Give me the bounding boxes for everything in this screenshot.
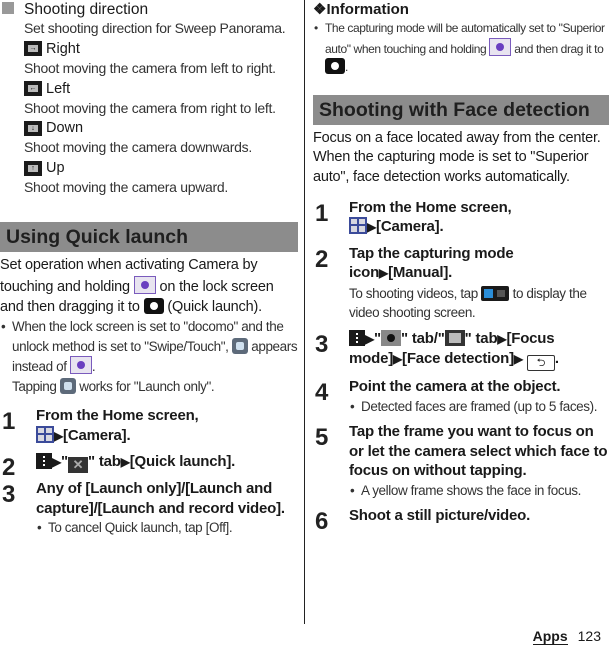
camera-icon	[325, 58, 345, 74]
face-step-1: 1 From the Home screen, ▶[Camera].	[315, 198, 512, 236]
menu-icon	[349, 329, 365, 346]
quick-launch-intro: Set operation when activating Camera by …	[0, 256, 274, 315]
camera-round-icon	[59, 377, 76, 394]
arrow-right-icon: →	[24, 41, 42, 57]
direction-option-down: ↓ Down Shoot moving the camera downwards.	[24, 120, 252, 156]
menu-icon	[36, 453, 52, 470]
direction-option-left: ← Left Shoot moving the camera from right…	[24, 80, 276, 116]
back-icon: ⮌	[526, 355, 555, 372]
arrow-up-icon: ↑	[24, 160, 42, 176]
face-step-5: 5 Tap the frame you want to focus on or …	[313, 422, 609, 500]
camera-round-icon	[231, 337, 248, 354]
arrow-left-icon: ←	[24, 81, 42, 97]
camera-tab-icon	[380, 329, 401, 346]
square-bullet-icon	[2, 2, 14, 14]
information-note: The capturing mode will be automatically…	[313, 20, 609, 77]
camera-icon	[143, 297, 164, 314]
right-column: ❖Information The capturing mode will be …	[313, 0, 609, 536]
section-label: Apps	[532, 628, 568, 645]
face-step-4: 4 Point the camera at the object. Detect…	[313, 377, 609, 416]
information-heading: ❖Information	[313, 1, 409, 18]
page-number: 123	[577, 628, 601, 644]
face-detection-intro: Focus on a face located away from the ce…	[313, 129, 601, 186]
apps-grid-icon	[349, 217, 367, 235]
video-toggle-icon	[481, 285, 510, 301]
left-column: Shooting direction Set shooting directio…	[0, 0, 298, 538]
direction-option-right: → Right Shoot moving the camera from left…	[24, 40, 276, 76]
video-tab-icon	[444, 329, 465, 346]
face-step-6: 6 Shoot a still picture/video.	[315, 507, 531, 536]
face-step-2: 2 Tap the capturing mode icon▶[Manual]. …	[315, 244, 587, 321]
quick-launch-step-3: 3 Any of [Launch only]/[Launch and captu…	[0, 479, 298, 538]
quick-launch-step-2: 2 ▶" ✕ " tab▶[Quick launch].	[2, 453, 236, 482]
apps-grid-icon	[36, 425, 54, 443]
column-divider	[304, 0, 305, 624]
quick-launch-step-1: 1 From the Home screen, ▶[Camera].	[2, 407, 199, 444]
camera-lock-icon	[133, 275, 156, 294]
quick-launch-section-title: Using Quick launch	[0, 221, 298, 252]
shooting-direction-desc: Set shooting direction for Sweep Panoram…	[24, 20, 286, 36]
arrow-down-icon: ↓	[24, 120, 42, 136]
tools-icon: ✕	[67, 457, 88, 474]
shooting-direction-heading: Shooting direction	[0, 0, 298, 19]
face-detection-section-title: Shooting with Face detection	[313, 94, 609, 125]
face-step-3: 3 ▶" " tab/" " tab▶[Focus mode]▶[Face dete…	[315, 329, 559, 372]
page-footer: Apps 123	[532, 628, 601, 645]
direction-option-up: ↑ Up Shoot moving the camera upward.	[24, 160, 228, 196]
quick-launch-note: When the lock screen is set to "docomo" …	[0, 317, 298, 396]
camera-lock-icon	[69, 356, 92, 375]
camera-lock-icon	[489, 37, 512, 56]
